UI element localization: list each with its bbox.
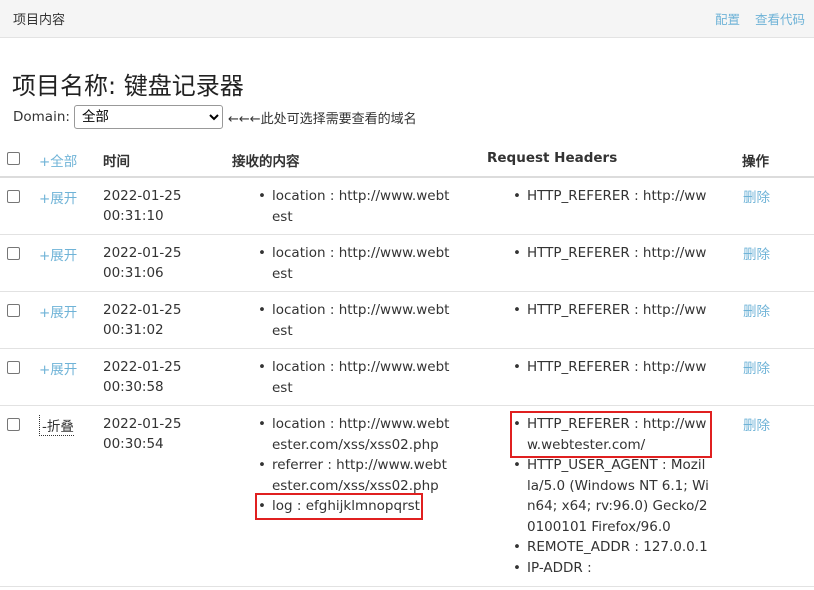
delete-button[interactable]: 删除 xyxy=(743,186,770,206)
row-date: 2022-01-25 xyxy=(103,188,182,204)
header-content: 接收的内容 xyxy=(232,154,300,170)
content-item-highlighted: log : efghijklmnopqrst xyxy=(255,493,423,520)
header-item: HTTP_USER_AGENT : Mozilla/5.0 (Windows N… xyxy=(513,455,709,537)
content-list: location : http://www.webtest xyxy=(258,300,453,341)
header-time: 时间 xyxy=(103,154,130,170)
row-timestamp: 2022-01-25 00:30:58 xyxy=(103,357,181,397)
table-row: +展开 2022-01-25 00:31:06 location : http:… xyxy=(0,235,814,292)
config-link[interactable]: 配置 xyxy=(715,12,740,27)
delete-button[interactable]: 删除 xyxy=(743,243,770,263)
content-item: location : http://www.webtest xyxy=(258,186,453,227)
row-checkbox[interactable] xyxy=(7,361,20,374)
topbar-links: 配置 查看代码 xyxy=(704,9,805,28)
domain-hint: ←←←此处可选择需要查看的域名 xyxy=(227,111,417,127)
row-checkbox[interactable] xyxy=(7,247,20,260)
row-timestamp: 2022-01-25 00:30:54 xyxy=(103,414,181,454)
content-item: location : http://www.webtest xyxy=(258,357,453,398)
content-list: location : http://www.webtest xyxy=(258,186,453,227)
row-timestamp: 2022-01-25 00:31:02 xyxy=(103,300,181,340)
topbar-title: 项目内容 xyxy=(13,13,66,28)
top-bar: 项目内容 配置 查看代码 xyxy=(0,0,814,38)
header-item: REMOTE_ADDR : 127.0.0.1 xyxy=(513,537,709,558)
header-item: HTTP_REFERER : http://ww xyxy=(513,243,709,264)
header-item: HTTP_REFERER : http://ww xyxy=(513,357,709,378)
content-item: referrer : http://www.webtester.com/xss/… xyxy=(258,455,453,496)
delete-button[interactable]: 删除 xyxy=(743,414,770,434)
headers-list: HTTP_REFERER : http://ww xyxy=(513,243,709,264)
records-table: +全部 时间 接收的内容 Request Headers 操作 +展开 2022… xyxy=(0,140,814,587)
delete-button[interactable]: 删除 xyxy=(743,300,770,320)
expand-toggle[interactable]: +展开 xyxy=(39,358,77,378)
row-date: 2022-01-25 xyxy=(103,416,182,432)
row-checkbox[interactable] xyxy=(7,304,20,317)
headers-list: HTTP_REFERER : http://ww xyxy=(513,357,709,378)
view-code-link[interactable]: 查看代码 xyxy=(755,12,805,27)
row-checkbox[interactable] xyxy=(7,190,20,203)
page-title: 项目名称: 键盘记录器 xyxy=(12,72,244,100)
row-time: 00:31:02 xyxy=(103,322,164,338)
header-item-highlighted: HTTP_REFERER : http://www.webtester.com/ xyxy=(510,411,712,458)
table-row: +展开 2022-01-25 00:30:58 location : http:… xyxy=(0,349,814,406)
expand-toggle[interactable]: +展开 xyxy=(39,244,77,264)
content-list: location : http://www.webtest xyxy=(258,357,453,398)
header-item: IP-ADDR : xyxy=(513,558,709,579)
expand-all-toggle[interactable]: +全部 xyxy=(39,150,77,170)
row-time: 00:30:58 xyxy=(103,379,164,395)
delete-button[interactable]: 删除 xyxy=(743,357,770,377)
collapse-toggle[interactable]: -折叠 xyxy=(39,415,74,436)
table-row: +展开 2022-01-25 00:31:10 location : http:… xyxy=(0,178,814,235)
expand-toggle[interactable]: +展开 xyxy=(39,301,77,321)
content-item: location : http://www.webtest xyxy=(258,300,453,341)
domain-label: Domain: xyxy=(13,109,70,125)
table-row: -折叠 2022-01-25 00:30:54 location : http:… xyxy=(0,406,814,587)
header-item: HTTP_REFERER : http://ww xyxy=(513,186,709,207)
row-time: 00:31:06 xyxy=(103,265,164,281)
expand-toggle[interactable]: +展开 xyxy=(39,187,77,207)
headers-list: HTTP_REFERER : http://ww xyxy=(513,300,709,321)
content-item: location : http://www.webtester.com/xss/… xyxy=(258,414,453,455)
row-date: 2022-01-25 xyxy=(103,359,182,375)
domain-filter: Domain: 全部 ←←←此处可选择需要查看的域名 xyxy=(13,104,417,130)
row-timestamp: 2022-01-25 00:31:06 xyxy=(103,243,181,283)
content-item: location : http://www.webtest xyxy=(258,243,453,284)
header-actions: 操作 xyxy=(742,154,769,170)
select-all-checkbox[interactable] xyxy=(7,152,20,165)
row-time: 00:30:54 xyxy=(103,436,164,452)
row-checkbox[interactable] xyxy=(7,418,20,431)
content-list: location : http://www.webtester.com/xss/… xyxy=(255,414,453,520)
row-date: 2022-01-25 xyxy=(103,302,182,318)
row-timestamp: 2022-01-25 00:31:10 xyxy=(103,186,181,226)
domain-select[interactable]: 全部 xyxy=(73,105,223,129)
header-item: HTTP_REFERER : http://ww xyxy=(513,300,709,321)
content-list: location : http://www.webtest xyxy=(258,243,453,284)
headers-list: HTTP_REFERER : http://www.webtester.com/… xyxy=(510,411,712,579)
table-header: +全部 时间 接收的内容 Request Headers 操作 xyxy=(0,140,814,178)
table-row: +展开 2022-01-25 00:31:02 location : http:… xyxy=(0,292,814,349)
headers-list: HTTP_REFERER : http://ww xyxy=(513,186,709,207)
row-date: 2022-01-25 xyxy=(103,245,182,261)
header-request-headers: Request Headers xyxy=(487,150,618,166)
row-time: 00:31:10 xyxy=(103,208,164,224)
